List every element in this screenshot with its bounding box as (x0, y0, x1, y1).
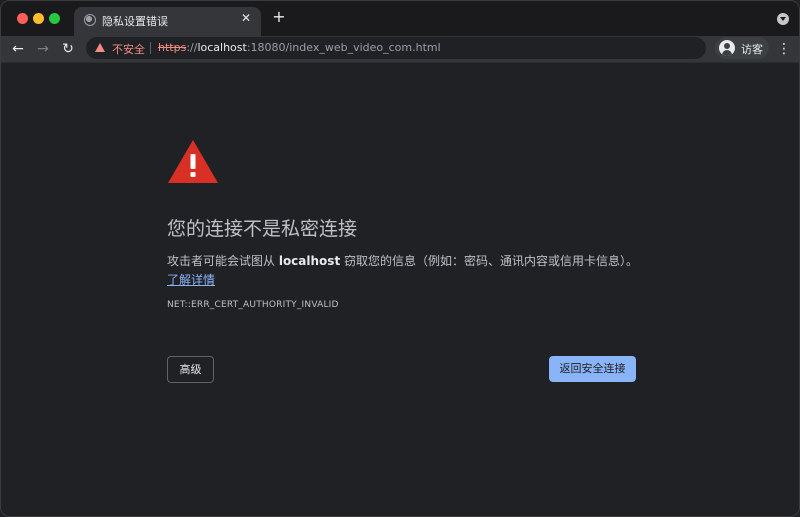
url-scheme: https (158, 41, 187, 54)
window-minimize-button[interactable] (33, 13, 44, 24)
warning-triangle-icon (168, 140, 218, 183)
globe-icon (84, 14, 96, 26)
tab-title: 隐私设置错误 (102, 15, 168, 28)
url-separator: :// (186, 41, 198, 54)
page-title: 您的连接不是私密连接 (167, 218, 358, 240)
error-code: NET::ERR_CERT_AUTHORITY_INVALID (167, 300, 339, 310)
explanation-before: 攻击者可能会试图从 (167, 254, 279, 268)
url-host: localhost (197, 41, 247, 54)
new-tab-button[interactable]: + (271, 9, 287, 25)
tab-search-icon[interactable] (777, 13, 789, 25)
url-text[interactable]: https://localhost:18080/index_web_video_… (158, 41, 441, 54)
interstitial-page: 您的连接不是私密连接 攻击者可能会试图从 localhost 窃取您的信息（例如… (1, 63, 799, 516)
explanation-after: 窃取您的信息（例如：密码、通讯内容或信用卡信息）。 (340, 254, 639, 268)
advanced-button[interactable]: 高级 (167, 356, 214, 383)
back-to-safety-button[interactable]: 返回安全连接 (549, 356, 636, 382)
tab-close-icon[interactable]: ✕ (239, 11, 253, 25)
window-maximize-button[interactable] (49, 13, 60, 24)
warning-triangle-icon[interactable] (95, 43, 105, 52)
profile-label: 访客 (741, 43, 763, 56)
avatar-icon (719, 40, 735, 56)
back-button[interactable]: ← (9, 40, 27, 58)
omnibox-divider (150, 42, 151, 54)
toolbar: ← → ↻ 不安全 https://localhost:18080/index_… (1, 36, 799, 63)
explanation-text: 攻击者可能会试图从 localhost 窃取您的信息（例如：密码、通讯内容或信用… (167, 252, 638, 269)
learn-more-link[interactable]: 了解详情 (167, 271, 215, 288)
reload-button[interactable]: ↻ (59, 40, 77, 58)
url-path: :18080/index_web_video_com.html (246, 41, 441, 54)
browser-window: 隐私设置错误 ✕ + ← → ↻ 不安全 https://localhost:1… (0, 0, 800, 517)
tab-strip: 隐私设置错误 ✕ + (1, 1, 799, 36)
security-status[interactable]: 不安全 (112, 41, 145, 57)
explanation-host: localhost (278, 254, 341, 268)
window-close-button[interactable] (17, 13, 28, 24)
forward-button[interactable]: → (34, 40, 52, 58)
profile-button[interactable]: 访客 (715, 37, 769, 59)
more-menu-icon[interactable]: ⋮ (777, 40, 791, 58)
tab-active[interactable]: 隐私设置错误 ✕ (74, 7, 261, 36)
address-bar[interactable]: 不安全 https://localhost:18080/index_web_vi… (86, 37, 706, 59)
